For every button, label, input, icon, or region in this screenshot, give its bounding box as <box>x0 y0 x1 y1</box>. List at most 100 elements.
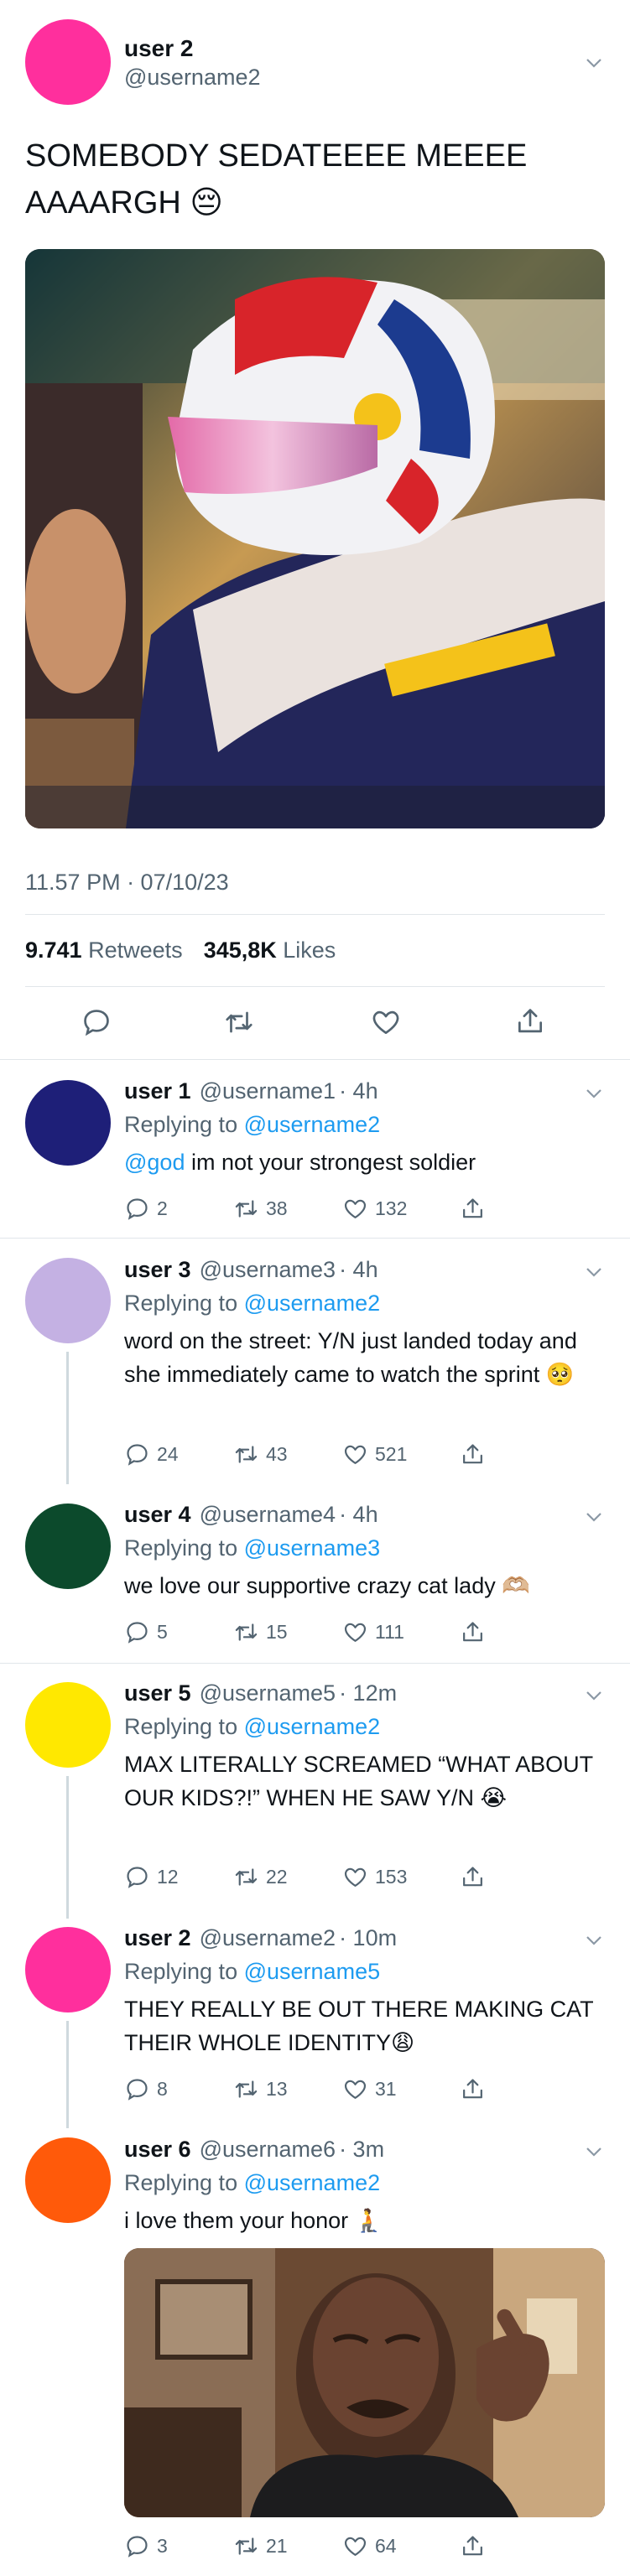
replying-to-prefix: Replying to <box>124 2170 238 2195</box>
chevron-down-icon[interactable] <box>584 1507 604 1527</box>
reply-actions: 24 43 521 <box>124 1437 510 1471</box>
avatar[interactable] <box>25 1682 111 1768</box>
avatar[interactable] <box>25 1080 111 1166</box>
reply-author-name[interactable]: user 6 <box>124 2137 191 2163</box>
reply-button[interactable]: 12 <box>124 1864 233 1890</box>
share-button[interactable] <box>460 1619 492 1645</box>
retweets-count[interactable]: 9.741 <box>25 937 82 963</box>
like-icon[interactable] <box>370 1006 402 1038</box>
reply-button[interactable]: 24 <box>124 1441 233 1467</box>
retweet-button[interactable]: 43 <box>233 1441 342 1467</box>
replying-to-link[interactable]: @username2 <box>244 1291 381 1316</box>
replying-to: Replying to @username2 <box>124 1714 380 1740</box>
avatar[interactable] <box>25 2137 111 2223</box>
reply-button[interactable]: 2 <box>124 1196 233 1222</box>
reply-header: user 3 @username3 · 4h <box>124 1257 378 1283</box>
replying-to-link[interactable]: @username2 <box>244 1112 381 1137</box>
reply-button[interactable]: 3 <box>124 2533 233 2559</box>
avatar[interactable] <box>25 1504 111 1589</box>
likes-label[interactable]: Likes <box>283 937 336 963</box>
reply-time[interactable]: · 4h <box>339 1257 378 1283</box>
avatar[interactable] <box>25 19 111 105</box>
tweet-stats: 9.741 Retweets 345,8K Likes <box>25 937 336 963</box>
like-button[interactable]: 521 <box>342 1441 460 1467</box>
likes-count[interactable]: 345,8K <box>204 937 277 963</box>
reply-author-name[interactable]: user 2 <box>124 1925 191 1951</box>
author-handle[interactable]: @username2 <box>124 65 261 91</box>
reply-author-handle[interactable]: @username6 <box>200 2137 336 2163</box>
reply-author-handle[interactable]: @username4 <box>200 1502 336 1528</box>
share-button[interactable] <box>460 1196 492 1222</box>
retweet-icon <box>235 1867 258 1886</box>
chevron-down-icon[interactable] <box>584 1685 604 1706</box>
share-icon <box>463 1443 482 1463</box>
chevron-down-icon[interactable] <box>584 1262 604 1282</box>
reply-icon[interactable] <box>81 1006 112 1038</box>
thread-line <box>66 2021 69 2128</box>
replying-to-link[interactable]: @username5 <box>244 1959 381 1984</box>
retweets-label[interactable]: Retweets <box>88 937 183 963</box>
reply-header: user 4 @username4 · 4h <box>124 1502 378 1528</box>
like-button[interactable]: 111 <box>342 1619 460 1645</box>
avatar[interactable] <box>25 1927 111 2012</box>
like-icon <box>344 1199 367 1218</box>
share-icon <box>463 2078 482 2098</box>
replying-to-prefix: Replying to <box>124 1291 238 1316</box>
reply-author-name[interactable]: user 1 <box>124 1078 191 1104</box>
retweet-button[interactable]: 13 <box>233 2076 342 2102</box>
retweet-count: 15 <box>266 1620 288 1643</box>
reply-button[interactable]: 5 <box>124 1619 233 1645</box>
reply-author-handle[interactable]: @username3 <box>200 1257 336 1283</box>
retweet-icon[interactable] <box>222 1006 256 1038</box>
reply-time[interactable]: · 12m <box>339 1680 397 1706</box>
retweet-count: 21 <box>266 2534 288 2557</box>
replying-to-link[interactable]: @username2 <box>244 1714 381 1739</box>
reply-button[interactable]: 8 <box>124 2076 233 2102</box>
like-button[interactable]: 31 <box>342 2076 460 2102</box>
share-button[interactable] <box>460 1441 492 1467</box>
chevron-down-icon[interactable] <box>584 53 604 73</box>
like-button[interactable]: 132 <box>342 1196 460 1222</box>
share-button[interactable] <box>460 2076 492 2102</box>
reply-author-name[interactable]: user 3 <box>124 1257 191 1283</box>
reply-text: @god im not your strongest soldier <box>124 1145 594 1179</box>
retweet-button[interactable]: 21 <box>233 2533 342 2559</box>
reply-time[interactable]: · 4h <box>339 1502 378 1528</box>
reply-author-name[interactable]: user 5 <box>124 1680 191 1706</box>
share-button[interactable] <box>460 1864 492 1890</box>
reply-count: 5 <box>157 1620 168 1643</box>
retweet-icon <box>235 1445 258 1463</box>
retweet-count: 43 <box>266 1442 288 1465</box>
like-button[interactable]: 64 <box>342 2533 460 2559</box>
reply-author-name[interactable]: user 4 <box>124 1502 191 1528</box>
reply-photo[interactable] <box>124 2248 605 2517</box>
reply-time[interactable]: · 3m <box>339 2137 384 2163</box>
reply-time[interactable]: · 4h <box>339 1078 378 1104</box>
mention-link[interactable]: @god <box>124 1150 185 1175</box>
chevron-down-icon[interactable] <box>584 1083 604 1104</box>
reply-author-handle[interactable]: @username1 <box>200 1078 336 1104</box>
avatar[interactable] <box>25 1258 111 1343</box>
tweet-photo[interactable] <box>25 249 605 828</box>
replying-to-link[interactable]: @username2 <box>244 2170 381 2195</box>
retweet-button[interactable]: 38 <box>233 1196 342 1222</box>
chevron-down-icon[interactable] <box>584 1930 604 1950</box>
reply-time[interactable]: · 10m <box>339 1925 397 1951</box>
like-button[interactable]: 153 <box>342 1864 460 1890</box>
reply-author-handle[interactable]: @username2 <box>200 1925 336 1951</box>
retweet-button[interactable]: 15 <box>233 1619 342 1645</box>
reply-text-body: im not your strongest soldier <box>185 1150 476 1175</box>
retweet-button[interactable]: 22 <box>233 1864 342 1890</box>
replying-to: Replying to @username5 <box>124 1959 380 1985</box>
share-icon[interactable] <box>514 1005 546 1038</box>
share-button[interactable] <box>460 2533 492 2559</box>
reply-author-handle[interactable]: @username5 <box>200 1680 336 1706</box>
replying-to-link[interactable]: @username3 <box>244 1535 381 1561</box>
retweet-icon <box>235 1623 258 1641</box>
reply-icon <box>127 1197 148 1220</box>
reply-count: 12 <box>157 1865 179 1888</box>
author-name[interactable]: user 2 <box>124 35 194 62</box>
replying-to-prefix: Replying to <box>124 1959 238 1984</box>
tweet-timestamp[interactable]: 11.57 PM · 07/10/23 <box>25 870 229 896</box>
chevron-down-icon[interactable] <box>584 2142 604 2162</box>
